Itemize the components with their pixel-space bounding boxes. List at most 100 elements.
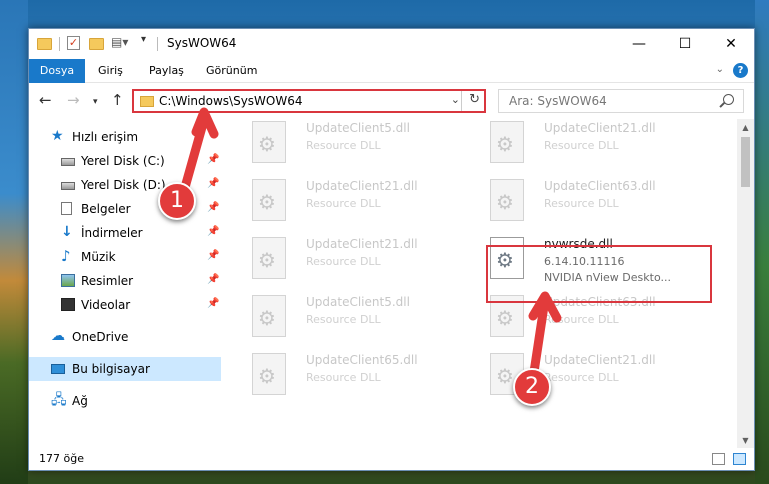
file-type: Resource DLL [544,371,619,384]
navigation-pane: ★ Hızlı erişim Yerel Disk (C:) 📌 Yerel D… [29,119,221,449]
file-type: Resource DLL [306,371,381,384]
sidebar-item-quick-access[interactable]: ★ Hızlı erişim [29,125,221,149]
divider [461,91,462,111]
new-folder-icon[interactable] [89,38,104,50]
dll-file-icon [490,121,524,163]
sidebar-item-this-pc[interactable]: Bu bilgisayar [29,357,221,381]
sidebar-item-music[interactable]: ♪ Müzik 📌 [29,245,221,269]
details-view-icon[interactable] [712,453,725,465]
folder-icon [140,96,154,107]
downloads-icon: ↓ [61,224,73,240]
help-icon[interactable]: ? [733,63,748,78]
properties-icon[interactable]: ✓ [67,36,80,50]
dll-file-icon [252,179,286,221]
list-item[interactable]: UpdateClient5.dll Resource DLL [244,113,474,171]
dll-file-icon [252,295,286,337]
list-item[interactable]: UpdateClient63.dll Resource DLL [482,171,712,229]
file-name: UpdateClient5.dll [306,295,410,309]
list-item[interactable]: UpdateClient5.dll Resource DLL [244,287,474,345]
desktop-background-left [0,0,28,484]
sidebar-item-label: İndirmeler [81,226,143,240]
step-1-badge: 1 [158,182,196,220]
status-bar: 177 öğe [29,448,754,470]
title-bar: ✓ ▤▾ ▾ SysWOW64 — ☐ ✕ [29,29,754,59]
pin-icon[interactable]: 📌 [207,226,219,237]
list-item[interactable]: UpdateClient21.dll Resource DLL [244,171,474,229]
chevron-down-icon[interactable]: ⌄ [451,93,460,106]
search-input[interactable]: Ara: SysWOW64 [498,89,744,113]
item-count: 177 öğe [39,452,84,465]
documents-icon [61,202,72,215]
pin-icon[interactable]: 📌 [207,154,219,165]
recent-locations-icon[interactable]: ▾ [93,94,98,110]
file-type: Resource DLL [306,197,381,210]
file-name: UpdateClient21.dll [544,353,656,367]
sidebar-item-label: Yerel Disk (D:) [81,178,166,192]
sidebar-item-network[interactable]: 🖧 Ağ [29,389,221,413]
ribbon-tabs: Dosya Giriş Paylaş Görünüm ⌄ ? [29,59,754,83]
pin-icon[interactable]: 📌 [207,298,219,309]
file-name: UpdateClient21.dll [544,121,656,135]
folder-icon [37,38,52,50]
pin-icon[interactable]: 📌 [207,202,219,213]
list-item[interactable]: UpdateClient65.dll Resource DLL [244,345,474,403]
minimize-button[interactable]: — [616,29,662,59]
sidebar-item-onedrive[interactable]: ☁ OneDrive [29,325,221,349]
file-name: UpdateClient21.dll [306,179,418,193]
maximize-button[interactable]: ☐ [662,29,708,59]
sidebar-item-label: Hızlı erişim [72,130,139,144]
tab-share[interactable]: Paylaş [149,59,184,83]
expand-ribbon-icon[interactable]: ⌄ [716,64,724,75]
divider [59,37,60,51]
list-item[interactable]: UpdateClient21.dll Resource DLL [482,113,712,171]
vertical-scrollbar[interactable]: ▲ ▼ [737,119,754,449]
sidebar-item-label: Yerel Disk (C:) [81,154,165,168]
dll-file-icon [252,237,286,279]
sidebar-item-videos[interactable]: Videolar 📌 [29,293,221,317]
sidebar-item-label: Bu bilgisayar [72,362,150,376]
sidebar-item-label: Müzik [81,250,116,264]
forward-button[interactable]: → [67,92,80,108]
pin-icon[interactable]: 📌 [207,178,219,189]
file-name: UpdateClient5.dll [306,121,410,135]
back-button[interactable]: ← [39,92,52,108]
file-explorer-window: ✓ ▤▾ ▾ SysWOW64 — ☐ ✕ Dosya Giriş Paylaş… [28,28,755,471]
window-title: SysWOW64 [167,36,237,50]
sidebar-item-label: Resimler [81,274,134,288]
list-item[interactable]: UpdateClient21.dll Resource DLL [244,229,474,287]
search-icon[interactable] [723,94,734,105]
up-button[interactable]: ↑ [111,92,124,108]
step-2-badge: 2 [513,368,551,406]
music-icon: ♪ [61,247,71,265]
sidebar-item-downloads[interactable]: ↓ İndirmeler 📌 [29,221,221,245]
close-button[interactable]: ✕ [708,29,754,59]
file-type: Resource DLL [306,313,381,326]
sidebar-item-label: Belgeler [81,202,131,216]
cloud-icon: ☁ [51,328,65,344]
dll-file-icon [490,179,524,221]
tab-view[interactable]: Görünüm [206,59,257,83]
dll-file-icon [252,121,286,163]
pin-icon[interactable]: 📌 [207,250,219,261]
scroll-up-icon[interactable]: ▲ [737,119,754,136]
address-bar[interactable]: C:\Windows\SysWOW64 ⌄ ↻ [132,89,486,113]
sidebar-item-pictures[interactable]: Resimler 📌 [29,269,221,293]
customize-qa-icon[interactable]: ▤▾ [111,35,128,51]
chevron-down-icon[interactable]: ▾ [141,34,146,50]
desktop-background-right [755,0,769,484]
videos-icon [61,298,75,311]
file-type: Resource DLL [306,255,381,268]
file-type: Resource DLL [544,139,619,152]
scroll-down-icon[interactable]: ▼ [737,432,754,449]
large-icons-view-icon[interactable] [733,453,746,465]
tab-file[interactable]: Dosya [29,59,85,83]
dll-file-icon [252,353,286,395]
sidebar-item-label: OneDrive [72,330,129,344]
sidebar-item-local-disk-c[interactable]: Yerel Disk (C:) 📌 [29,149,221,173]
scrollbar-thumb[interactable] [741,137,750,187]
tab-home[interactable]: Giriş [98,59,123,83]
address-path[interactable]: C:\Windows\SysWOW64 [159,94,303,108]
refresh-icon[interactable]: ↻ [469,92,480,107]
sidebar-item-label: Videolar [81,298,131,312]
pin-icon[interactable]: 📌 [207,274,219,285]
